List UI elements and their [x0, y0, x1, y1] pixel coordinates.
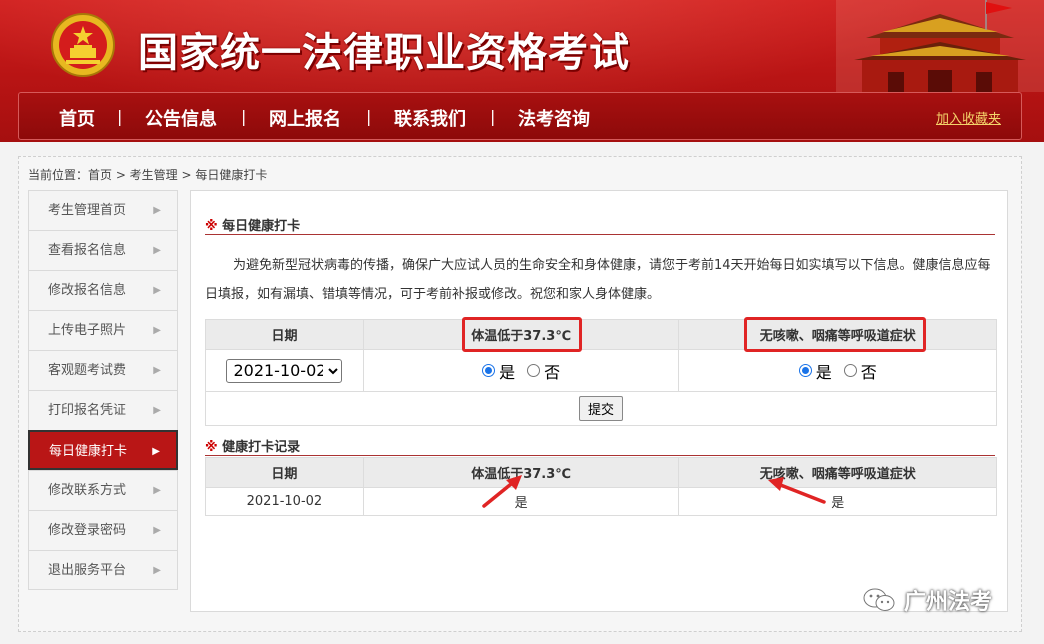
- content-panel: ※ 每日健康打卡 为避免新型冠状病毒的传播，确保广大应试人员的生命安全和身体健康…: [190, 190, 1008, 612]
- submit-cell: 提交: [205, 391, 997, 426]
- checkin-section-title: ※ 每日健康打卡: [205, 215, 300, 234]
- symptoms-no-label: 否: [860, 362, 877, 382]
- nav-separator: |: [241, 107, 247, 126]
- sidebar-item-label: 查看报名信息: [48, 243, 127, 258]
- sidebar-item-label: 打印报名凭证: [48, 403, 127, 418]
- triangle-right-icon: ▶: [153, 325, 161, 336]
- nav-home[interactable]: 首页: [59, 105, 95, 131]
- site-title: 国家统一法律职业资格考试: [138, 30, 630, 76]
- wechat-icon: [863, 588, 895, 611]
- section-divider: [205, 455, 995, 456]
- column-header-symptoms: 无咳嗽、咽痛等呼吸道症状: [678, 457, 997, 488]
- sidebar-item-label: 退出服务平台: [48, 563, 127, 578]
- temperature-no-radio[interactable]: [527, 364, 541, 377]
- sidebar-item-view-registration[interactable]: 查看报名信息 ▶: [28, 230, 178, 270]
- date-select[interactable]: 2021-10-02: [226, 358, 343, 383]
- symptoms-radio-group: 是 否: [798, 359, 877, 383]
- temperature-radio-group: 是 否: [482, 359, 560, 383]
- date-cell: 2021-10-02: [205, 349, 364, 392]
- table-row: 2021-10-02 是 是: [205, 487, 997, 516]
- sidebar-item-daily-health-checkin[interactable]: 每日健康打卡 ▶: [28, 430, 178, 470]
- triangle-right-icon: ▶: [153, 485, 161, 496]
- symptoms-yes-radio[interactable]: [798, 364, 812, 377]
- sidebar-item-label: 每日健康打卡: [49, 444, 128, 459]
- annotation-arrow-icon: [482, 475, 522, 508]
- record-symptoms: 是: [678, 487, 997, 516]
- triangle-right-icon: ▶: [153, 405, 161, 416]
- sidebar-item-upload-photo[interactable]: 上传电子照片 ▶: [28, 310, 178, 350]
- sidebar-item-edit-contact[interactable]: 修改联系方式 ▶: [28, 470, 178, 510]
- records-section-title: ※ 健康打卡记录: [205, 436, 300, 455]
- sidebar: 考生管理首页 ▶ 查看报名信息 ▶ 修改报名信息 ▶ 上传电子照片 ▶ 客观题考试费 ▶ …: [28, 190, 178, 590]
- sidebar-item-label: 客观题考试费: [48, 363, 127, 378]
- nav-announcements[interactable]: 公告信息: [145, 105, 217, 131]
- records-table: 日期 体温低于37.3℃ 无咳嗽、咽痛等呼吸道症状 2021-10-02 是 是: [205, 457, 997, 516]
- watermark-text: 广州法考: [904, 590, 993, 615]
- tiananmen-gate-icon: [836, 0, 1044, 92]
- checkin-title-text: 每日健康打卡: [222, 219, 301, 234]
- column-header-date: 日期: [205, 319, 364, 350]
- triangle-right-icon: ▶: [153, 525, 161, 536]
- reference-mark-icon: ※: [205, 219, 218, 234]
- sidebar-item-label: 修改报名信息: [48, 283, 127, 298]
- triangle-right-icon: ▶: [152, 446, 160, 457]
- temperature-highlight-box: [462, 317, 582, 352]
- main-navbar: 首页 | 公告信息 | 网上报名 | 联系我们 | 法考咨询 加入收藏夹: [18, 92, 1022, 140]
- sidebar-item-label: 修改登录密码: [48, 523, 127, 538]
- breadcrumb: 当前位置：首页 > 考生管理 > 每日健康打卡: [28, 168, 268, 182]
- temperature-no-label: 否: [544, 362, 561, 382]
- nav-online-registration[interactable]: 网上报名: [269, 105, 341, 131]
- add-to-favorites-link[interactable]: 加入收藏夹: [936, 108, 1001, 127]
- temperature-cell: 是 否: [362, 349, 680, 392]
- section-divider: [205, 234, 995, 235]
- nav-separator: |: [490, 107, 496, 126]
- sidebar-item-edit-registration[interactable]: 修改报名信息 ▶: [28, 270, 178, 310]
- annotation-arrow-icon: [768, 477, 826, 504]
- reference-mark-icon: ※: [205, 440, 218, 455]
- nav-separator: |: [117, 107, 123, 126]
- sidebar-item-exam-fee[interactable]: 客观题考试费 ▶: [28, 350, 178, 390]
- sidebar-item-candidate-home[interactable]: 考生管理首页 ▶: [28, 190, 178, 230]
- symptoms-no-radio[interactable]: [843, 364, 857, 377]
- record-date: 2021-10-02: [205, 487, 364, 516]
- triangle-right-icon: ▶: [153, 285, 161, 296]
- temperature-yes-label: 是: [499, 362, 516, 382]
- symptoms-cell: 是 否: [678, 349, 997, 392]
- site-header: 国家统一法律职业资格考试 首页 | 公告信息 | 网上报名 | 联系我们 | 法…: [0, 0, 1044, 142]
- triangle-right-icon: ▶: [153, 245, 161, 256]
- sidebar-item-label: 考生管理首页: [48, 203, 127, 218]
- sidebar-item-logout[interactable]: 退出服务平台 ▶: [28, 550, 178, 590]
- symptoms-yes-label: 是: [815, 362, 832, 382]
- sidebar-item-label: 修改联系方式: [48, 483, 127, 498]
- sidebar-item-print-voucher[interactable]: 打印报名凭证 ▶: [28, 390, 178, 430]
- national-emblem-icon: [51, 13, 115, 77]
- temperature-yes-radio[interactable]: [482, 364, 496, 377]
- submit-button[interactable]: 提交: [578, 396, 623, 421]
- nav-exam-consulting[interactable]: 法考咨询: [518, 105, 590, 131]
- triangle-right-icon: ▶: [153, 565, 161, 576]
- symptoms-highlight-box: [744, 317, 926, 352]
- triangle-right-icon: ▶: [153, 205, 161, 216]
- checkin-notice: 为避免新型冠状病毒的传播，确保广大应试人员的生命安全和身体健康，请您于考前14天…: [205, 258, 991, 302]
- sidebar-item-label: 上传电子照片: [48, 323, 127, 338]
- triangle-right-icon: ▶: [153, 365, 161, 376]
- nav-contact-us[interactable]: 联系我们: [394, 105, 466, 131]
- nav-separator: |: [366, 107, 372, 126]
- sidebar-item-change-password[interactable]: 修改登录密码 ▶: [28, 510, 178, 550]
- column-header-date: 日期: [205, 457, 364, 488]
- records-title-text: 健康打卡记录: [222, 440, 301, 455]
